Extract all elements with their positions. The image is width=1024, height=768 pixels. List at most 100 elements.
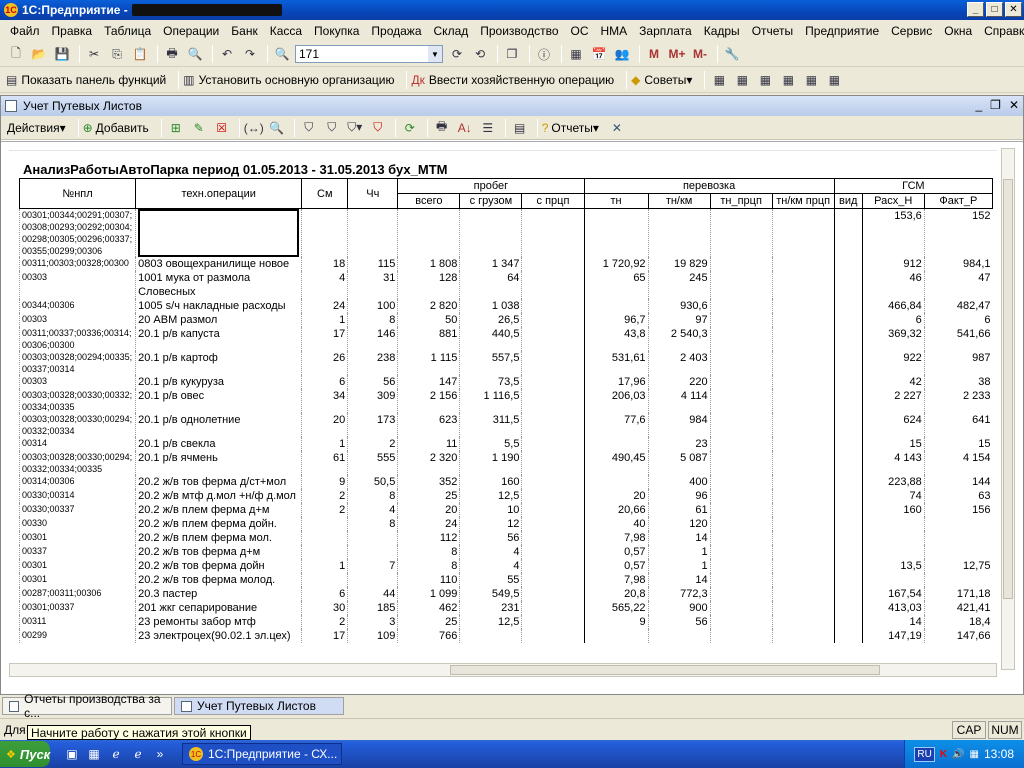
cell-tnkmprc[interactable]: [771, 271, 835, 299]
cell-rash[interactable]: 466,84: [861, 299, 925, 313]
cell-ch[interactable]: [347, 545, 398, 559]
cell-sgr[interactable]: 12: [459, 517, 522, 531]
cell-tnprc[interactable]: [709, 413, 773, 437]
menu-item-2[interactable]: Таблица: [98, 24, 157, 38]
filter-list-icon[interactable]: ⛉▾: [345, 118, 365, 138]
cell-tnkmprc[interactable]: [771, 517, 835, 531]
cell-ch[interactable]: [347, 531, 398, 545]
cell-codes[interactable]: 00311: [18, 615, 136, 629]
cell-vsego[interactable]: 1 099: [397, 587, 460, 601]
cell-tn[interactable]: 17,96: [583, 375, 649, 389]
cell-sgr[interactable]: 56: [459, 531, 522, 545]
table-row[interactable]: 00301 20.2 ж/в плем ферма мол. 112 56 7,98 14: [18, 531, 993, 545]
menu-item-5[interactable]: Касса: [264, 24, 308, 38]
cell-vsego[interactable]: 11: [397, 437, 460, 451]
cell-tnkmprc[interactable]: [771, 375, 835, 389]
cell-sprc[interactable]: [521, 389, 585, 413]
antivirus-icon[interactable]: K: [940, 749, 947, 760]
cell-ch[interactable]: 7: [347, 559, 398, 573]
cancel-icon[interactable]: ✕: [607, 118, 627, 138]
cell-tnkmprc[interactable]: [771, 531, 835, 545]
cell-sprc[interactable]: [521, 413, 585, 437]
cell-tnkmprc[interactable]: [771, 545, 835, 559]
cell-tnkmprc[interactable]: [771, 313, 835, 327]
cell-tn[interactable]: [583, 437, 649, 451]
ie2-icon[interactable]: ℯ: [130, 746, 146, 762]
cell-tnkm[interactable]: 97: [647, 313, 711, 327]
cell-tn[interactable]: 7,98: [583, 573, 649, 587]
cell-sgr[interactable]: 55: [459, 573, 522, 587]
find-next-icon[interactable]: ⟳: [447, 44, 467, 64]
cell-vid[interactable]: [833, 389, 863, 413]
actions-menu-button[interactable]: Действия ▾: [7, 121, 66, 135]
table-row[interactable]: 00330 20.2 ж/в плем ферма дойн. 8 24 12 40 120: [18, 517, 993, 531]
cell-tnprc[interactable]: [709, 389, 773, 413]
cell-fakt[interactable]: 171,18: [923, 587, 993, 601]
cell-tnkmprc[interactable]: [771, 629, 835, 643]
search-input[interactable]: 171 ▼: [295, 45, 443, 63]
table-row[interactable]: 00301 20.2 ж/в тов ферма дойн 1 7 8 4 0,57 1 13,…: [18, 559, 993, 573]
cell-tnkmprc[interactable]: [771, 489, 835, 503]
doc-minimize-button[interactable]: _: [975, 98, 982, 112]
cell-tnprc[interactable]: [709, 451, 773, 475]
cell-fakt[interactable]: 152: [923, 208, 993, 257]
cell-tnprc[interactable]: [709, 573, 773, 587]
cell-sgr[interactable]: 1 190: [459, 451, 522, 475]
menu-item-0[interactable]: Файл: [4, 24, 46, 38]
table-row[interactable]: 00303;00328;00330;00294;00332;00334;0033…: [18, 451, 993, 475]
cell-ch[interactable]: 185: [347, 601, 398, 615]
cell-cm[interactable]: 24: [301, 299, 348, 313]
menu-item-16[interactable]: Сервис: [885, 24, 938, 38]
cell-rash[interactable]: 624: [861, 413, 925, 437]
memory-minus-icon[interactable]: M-: [690, 44, 710, 64]
table-row[interactable]: 00314;00306 20.2 ж/в тов ферма д/ст+мол 9 5…: [18, 475, 993, 489]
cell-vsego[interactable]: 110: [397, 573, 460, 587]
language-indicator[interactable]: RU: [914, 746, 935, 762]
cell-rash[interactable]: [861, 545, 925, 559]
cell-tn[interactable]: 43,8: [583, 327, 649, 351]
menu-item-6[interactable]: Покупка: [308, 24, 365, 38]
cell-tnkm[interactable]: 930,6: [647, 299, 711, 313]
cell-tn[interactable]: 7,98: [583, 531, 649, 545]
cell-ch[interactable]: 8: [347, 313, 398, 327]
cell-sgr[interactable]: 12,5: [459, 615, 522, 629]
cell-fakt[interactable]: 38: [923, 375, 993, 389]
cell-rash[interactable]: 167,54: [861, 587, 925, 601]
cell-codes[interactable]: 00303: [18, 313, 136, 327]
cell-vid[interactable]: [833, 351, 863, 375]
users-icon[interactable]: 👥: [612, 44, 632, 64]
cell-tnkm[interactable]: 23: [647, 437, 711, 451]
cell-rash[interactable]: 912: [861, 257, 925, 271]
cell-cm[interactable]: [301, 208, 348, 257]
cell-tnprc[interactable]: [709, 615, 773, 629]
cell-fakt[interactable]: [923, 545, 993, 559]
cell-cm[interactable]: 6: [301, 375, 348, 389]
table-row[interactable]: 00311 23 ремонты забор мтф 2 3 25 12,5 9 56 14 18…: [18, 615, 993, 629]
chevron-down-icon[interactable]: ▼: [428, 46, 442, 62]
cell-vsego[interactable]: 50: [397, 313, 460, 327]
cell-cm[interactable]: 9: [301, 475, 348, 489]
cell-op[interactable]: 1005 s/ч накладные расходы: [135, 299, 302, 313]
minimize-button[interactable]: _: [967, 2, 984, 17]
cell-tnkm[interactable]: 2 540,3: [647, 327, 711, 351]
cell-cm[interactable]: 6: [301, 587, 348, 601]
cell-cm[interactable]: 34: [301, 389, 348, 413]
cell-fakt[interactable]: 482,47: [923, 299, 993, 313]
menu-item-15[interactable]: Предприятие: [799, 24, 885, 38]
sort-icon[interactable]: А↓: [455, 118, 475, 138]
cell-cm[interactable]: [301, 531, 348, 545]
cell-ch[interactable]: 146: [347, 327, 398, 351]
cell-codes[interactable]: 00303;00328;00330;00332;00334;00335: [18, 389, 136, 413]
cell-sprc[interactable]: [521, 545, 585, 559]
network-icon[interactable]: ▦: [970, 749, 979, 760]
cell-vid[interactable]: [833, 299, 863, 313]
cell-tnkmprc[interactable]: [771, 587, 835, 601]
menu-item-17[interactable]: Окна: [938, 24, 978, 38]
cell-op[interactable]: 20.2 ж/в мтф д.мол +н/ф д.мол: [135, 489, 302, 503]
structure-icon[interactable]: ▤: [510, 118, 530, 138]
cell-tn[interactable]: 0,57: [583, 559, 649, 573]
cell-sprc[interactable]: [521, 503, 585, 517]
cell-cm[interactable]: 4: [301, 271, 348, 299]
cell-cm[interactable]: 1: [301, 313, 348, 327]
cell-rash[interactable]: 15: [861, 437, 925, 451]
